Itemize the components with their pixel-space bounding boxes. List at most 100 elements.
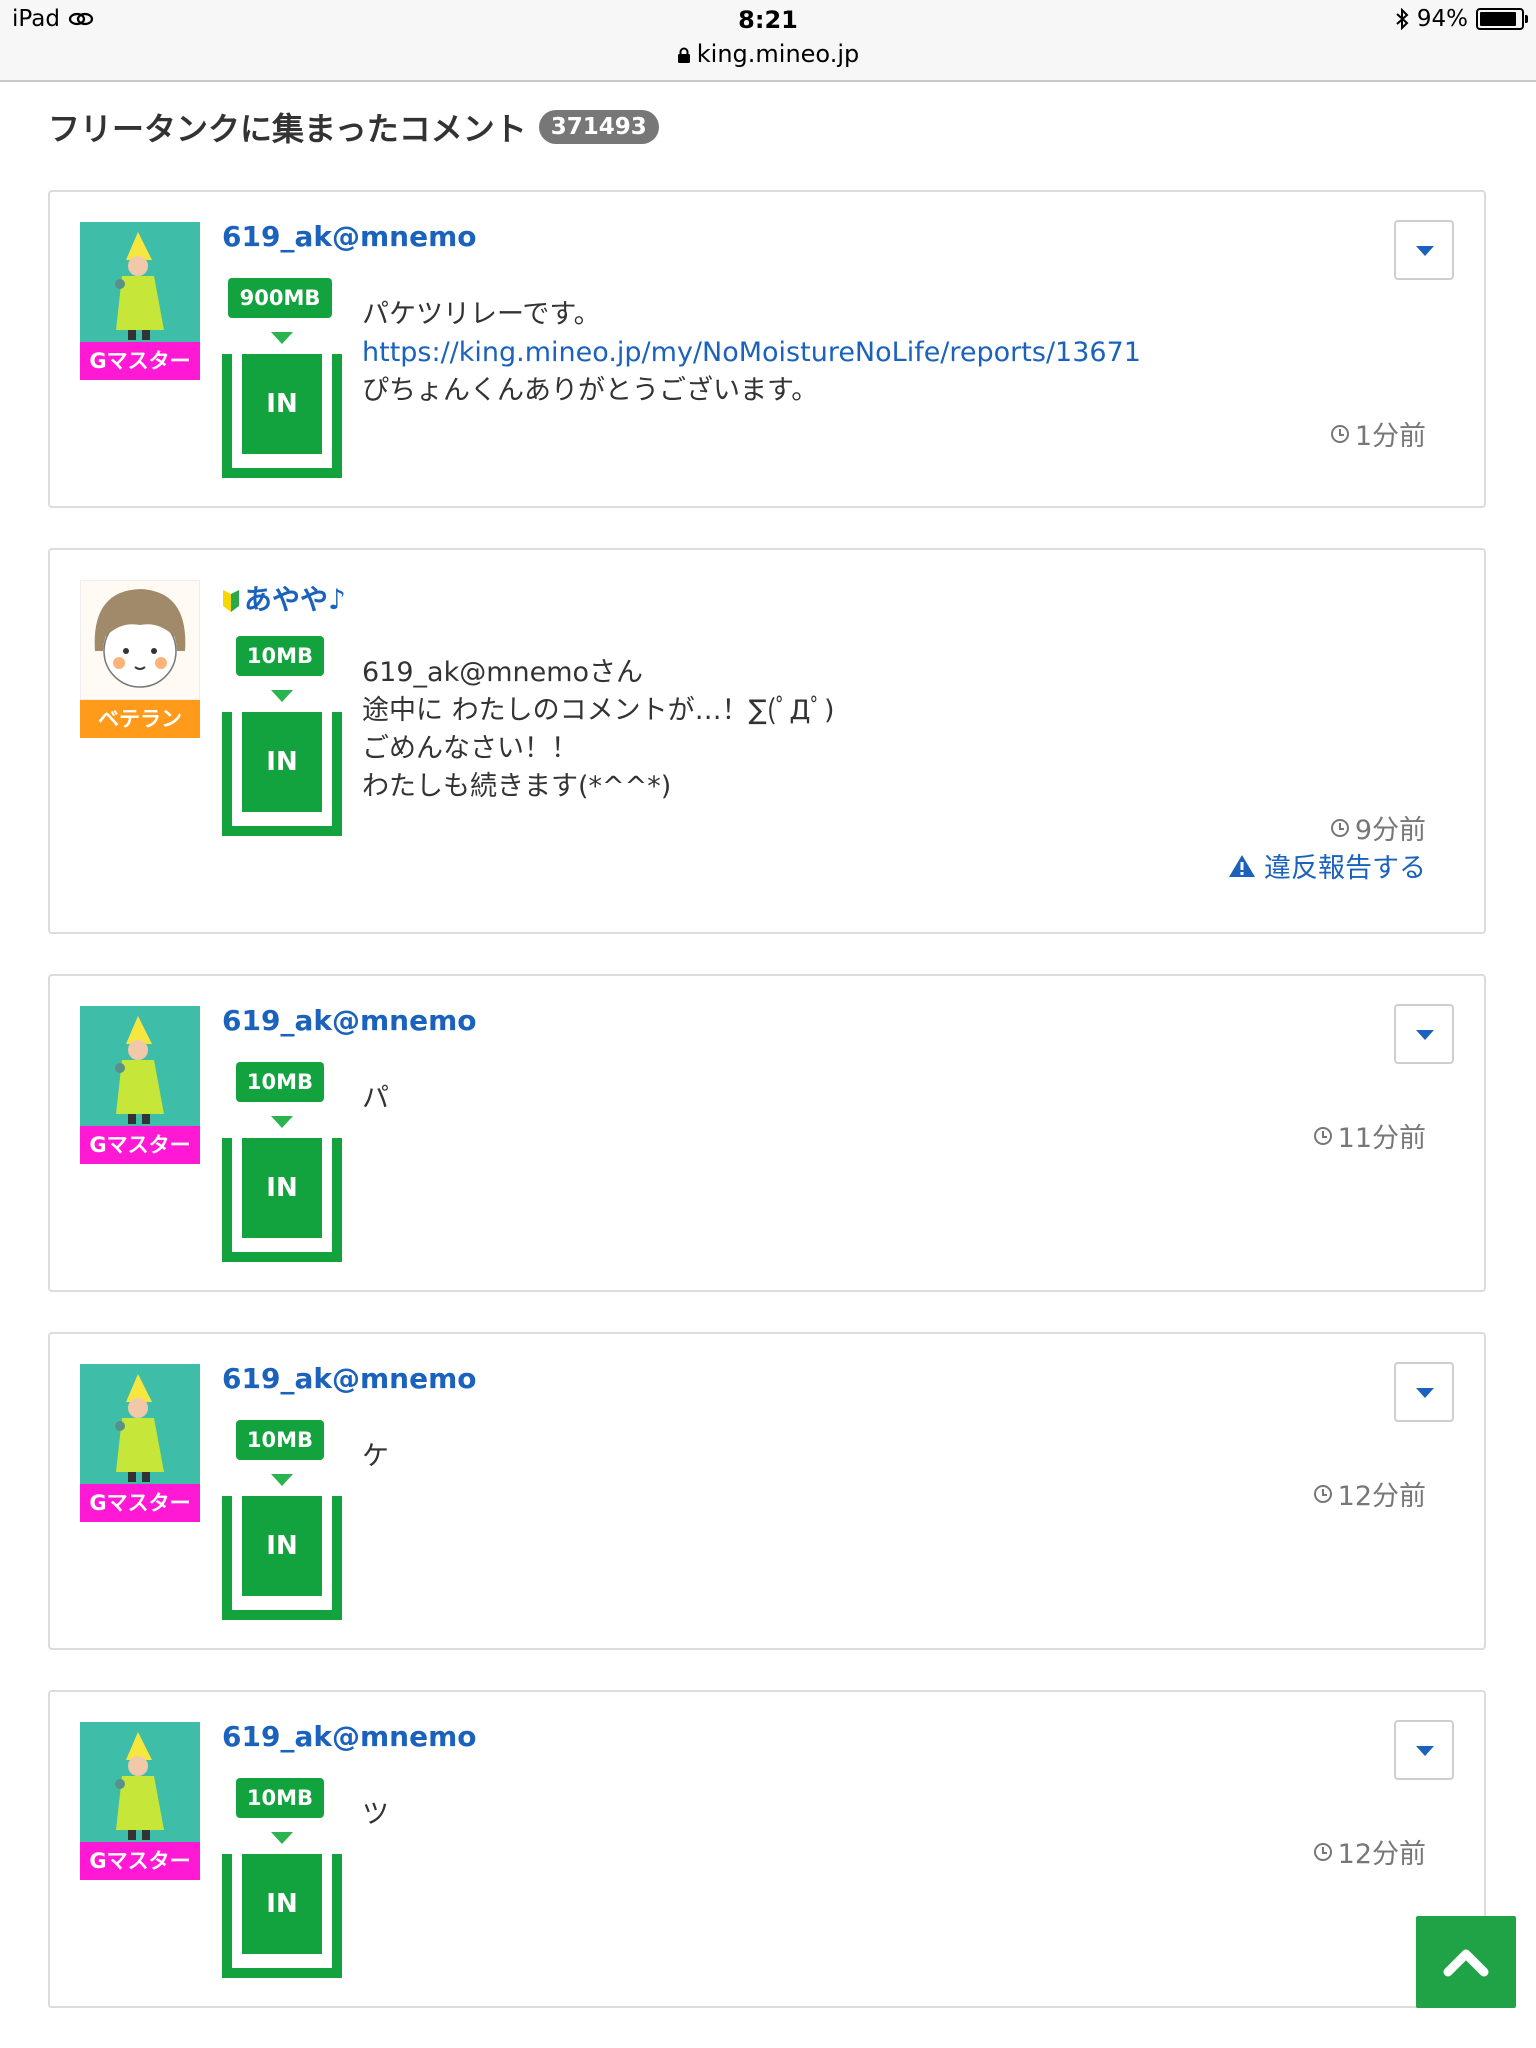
comment-line: ぴちょんくんありがとうございます。	[362, 375, 819, 406]
clock-icon	[1330, 818, 1349, 837]
bluetooth-icon	[1396, 8, 1409, 30]
comment-line: ごめんなさい！！	[362, 733, 578, 764]
comment-body: 619_ak@mnemoさん 途中に わたしのコメントが…！∑(ﾟДﾟ) ごめん…	[362, 654, 835, 806]
comment-card: ベテラン あやや♪ 10MB IN 619_ak@mnemoさん 途中に わたし…	[48, 548, 1486, 934]
amount-badge: 10MB	[236, 1420, 324, 1460]
timestamp: 12分前	[1313, 1832, 1426, 1871]
tank-in-icon: IN	[222, 712, 342, 836]
address-bar[interactable]: king.mineo.jp	[0, 40, 1536, 68]
section-heading: フリータンクに集まったコメント 371493	[48, 104, 659, 150]
amount-badge: 10MB	[236, 1778, 324, 1818]
comment-line: 途中に わたしのコメントが…！∑(ﾟДﾟ)	[362, 695, 835, 726]
username-link[interactable]: 619_ak@mnemo	[222, 1362, 476, 1395]
comment-card: Gマスター 619_ak@mnemo 10MB IN ケ 12分前	[48, 1332, 1486, 1650]
comment-body: ツ	[362, 1796, 389, 1834]
chevron-down-icon	[1416, 1746, 1434, 1756]
avatar[interactable]	[80, 580, 200, 700]
comment-menu-button[interactable]	[1394, 1362, 1454, 1422]
comment-body: パ	[362, 1080, 389, 1118]
tank-in-icon: IN	[222, 1854, 342, 1978]
clock-icon	[1313, 1126, 1332, 1145]
rank-badge: Gマスター	[80, 1484, 200, 1522]
comment-line: パケツリレーです。	[362, 299, 601, 330]
arrow-down-icon	[271, 332, 293, 344]
clock-icon	[1313, 1842, 1332, 1861]
comment-line: ツ	[362, 1799, 389, 1830]
rank-badge: Gマスター	[80, 342, 200, 380]
arrow-down-icon	[271, 1832, 293, 1844]
comment-menu-button[interactable]	[1394, 1004, 1454, 1064]
comment-body: パケツリレーです。 https://king.mineo.jp/my/NoMoi…	[362, 296, 1141, 410]
report-text: 違反報告する	[1264, 853, 1426, 884]
amount-badge: 10MB	[236, 636, 324, 676]
in-label: IN	[242, 1138, 322, 1238]
lock-icon	[677, 47, 690, 63]
avatar-mnemo-image	[80, 1006, 200, 1126]
timestamp-text: 12分前	[1337, 1839, 1426, 1870]
avatar-mnemo-image	[80, 1364, 200, 1484]
warning-icon	[1229, 854, 1255, 877]
avatar[interactable]	[80, 1722, 200, 1842]
avatar-mnemo-image	[80, 1722, 200, 1842]
rank-badge: ベテラン	[80, 700, 200, 738]
timestamp-text: 1分前	[1354, 421, 1426, 452]
arrow-down-icon	[271, 1116, 293, 1128]
username-link[interactable]: 619_ak@mnemo	[222, 1004, 476, 1037]
url-text: king.mineo.jp	[696, 40, 860, 68]
comment-link[interactable]: https://king.mineo.jp/my/NoMoistureNoLif…	[362, 337, 1141, 368]
status-right: 94%	[1395, 6, 1528, 32]
comment-line: わたしも続きます(*^^*)	[362, 771, 672, 802]
timestamp-text: 12分前	[1337, 1481, 1426, 1512]
scroll-to-top-button[interactable]	[1416, 1916, 1516, 2008]
arrow-down-icon	[271, 690, 293, 702]
username-link[interactable]: 619_ak@mnemo	[222, 220, 476, 253]
avatar-mnemo-image	[80, 222, 200, 342]
tank-in-icon: IN	[222, 1496, 342, 1620]
tank-in-icon: IN	[222, 354, 342, 478]
comment-count-badge: 371493	[538, 110, 659, 144]
rank-badge: Gマスター	[80, 1126, 200, 1164]
comment-card: Gマスター 619_ak@mnemo 900MB IN パケツリレーです。 ht…	[48, 190, 1486, 508]
timestamp-text: 11分前	[1337, 1123, 1426, 1154]
comment-line: ケ	[362, 1441, 389, 1472]
comment-body: ケ	[362, 1438, 389, 1476]
report-link[interactable]: 違反報告する	[1228, 846, 1426, 885]
page-title: フリータンクに集まったコメント	[48, 110, 527, 148]
comment-line: パ	[362, 1083, 389, 1114]
in-label: IN	[242, 1496, 322, 1596]
chevron-down-icon	[1416, 246, 1434, 256]
in-label: IN	[242, 712, 322, 812]
comment-line: 619_ak@mnemoさん	[362, 657, 644, 688]
clock-icon	[1313, 1484, 1332, 1503]
arrow-down-icon	[271, 1474, 293, 1486]
in-label: IN	[242, 354, 322, 454]
comment-menu-button[interactable]	[1394, 1720, 1454, 1780]
avatar[interactable]	[80, 1006, 200, 1126]
chevron-up-icon	[1443, 1949, 1489, 1977]
comment-menu-button[interactable]	[1394, 220, 1454, 280]
amount-badge: 10MB	[236, 1062, 324, 1102]
chevron-down-icon	[1416, 1030, 1434, 1040]
tank-in-icon: IN	[222, 1138, 342, 1262]
in-label: IN	[242, 1854, 322, 1954]
avatar-ayaya-image	[81, 581, 199, 699]
comment-card: Gマスター 619_ak@mnemo 10MB IN ツ 12分前	[48, 1690, 1486, 2008]
beginner-leaf-icon	[223, 590, 239, 612]
status-bar: iPad 8:21 king.mineo.jp 94%	[0, 0, 1536, 82]
username-text: あやや♪	[244, 583, 346, 616]
rank-badge: Gマスター	[80, 1842, 200, 1880]
timestamp: 1分前	[1330, 414, 1426, 453]
username-link[interactable]: 619_ak@mnemo	[222, 1720, 476, 1753]
timestamp: 11分前	[1313, 1116, 1426, 1155]
timestamp: 12分前	[1313, 1474, 1426, 1513]
avatar[interactable]	[80, 1364, 200, 1484]
username-link[interactable]: あやや♪	[222, 578, 346, 618]
timestamp-text: 9分前	[1354, 815, 1426, 846]
battery-icon	[1476, 8, 1528, 30]
chevron-down-icon	[1416, 1388, 1434, 1398]
clock-time: 8:21	[738, 6, 798, 34]
clock-icon	[1330, 424, 1349, 443]
avatar[interactable]	[80, 222, 200, 342]
amount-badge: 900MB	[228, 278, 332, 318]
timestamp: 9分前	[1330, 808, 1426, 847]
